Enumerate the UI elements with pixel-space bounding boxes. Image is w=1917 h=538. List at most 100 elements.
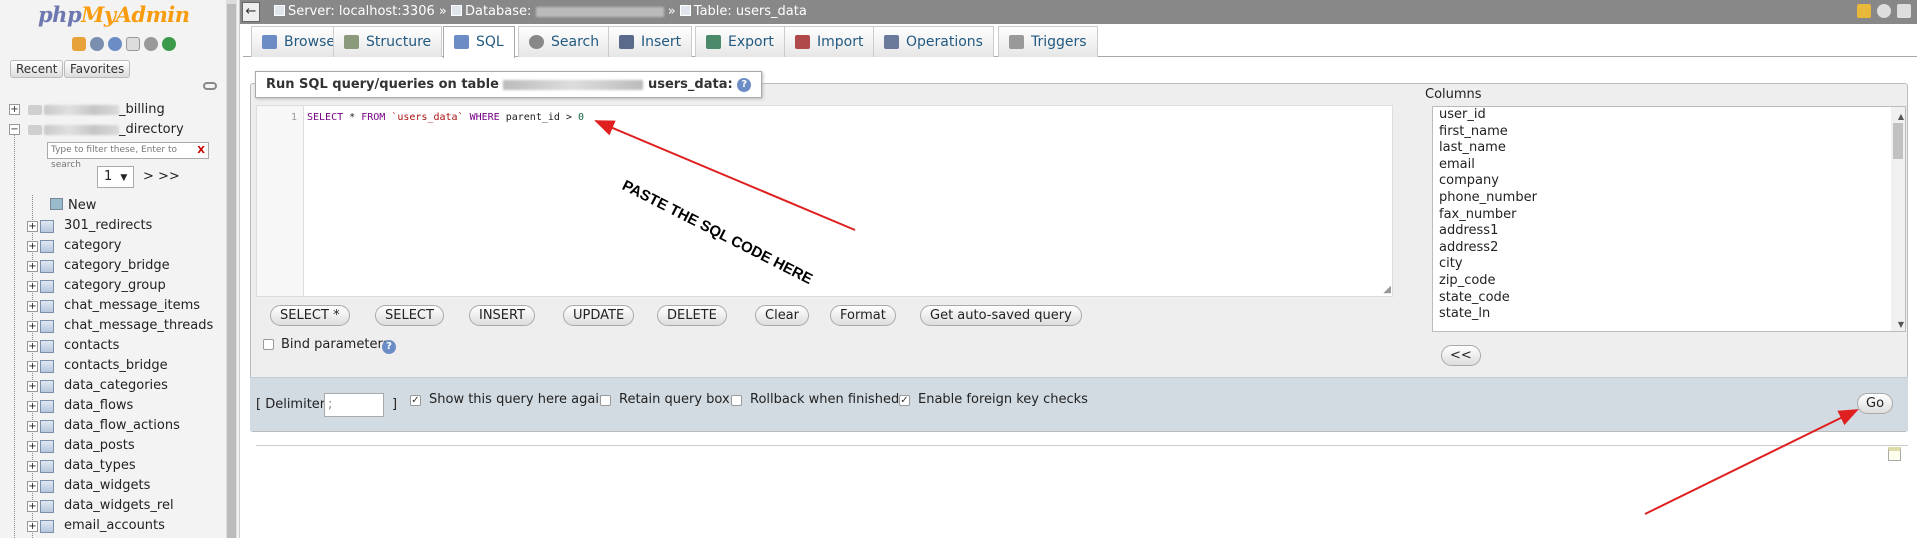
tab-operations[interactable]: Operations bbox=[873, 26, 994, 57]
table-item[interactable]: + data_categories bbox=[27, 377, 168, 395]
tab-sql[interactable]: SQL bbox=[443, 26, 515, 58]
link-icon[interactable] bbox=[203, 82, 217, 90]
tab-triggers[interactable]: Triggers bbox=[998, 26, 1098, 57]
collapse-icon[interactable] bbox=[1897, 4, 1911, 18]
table-item[interactable]: + data_flow_actions bbox=[27, 417, 180, 435]
tab-structure[interactable]: Structure bbox=[333, 26, 443, 57]
delete-button[interactable]: DELETE bbox=[657, 305, 727, 326]
list-item[interactable]: zip_code bbox=[1433, 273, 1905, 290]
table-item[interactable]: + email_accounts bbox=[27, 517, 165, 535]
tab-import[interactable]: Import bbox=[784, 26, 875, 57]
bind-parameters-checkbox[interactable] bbox=[263, 339, 274, 350]
table-item[interactable]: + data_types bbox=[27, 457, 136, 475]
phpmyadmin-logo[interactable]: phpMyAdmin bbox=[38, 2, 190, 27]
select-star-button[interactable]: SELECT * bbox=[270, 305, 350, 326]
table-item[interactable]: + data_flows bbox=[27, 397, 133, 415]
table-item[interactable]: + data_posts bbox=[27, 437, 135, 455]
columns-scrollbar[interactable]: ▲ ▼ bbox=[1891, 107, 1905, 331]
table-item[interactable]: + chat_message_items bbox=[27, 297, 200, 315]
list-item[interactable]: fax_number bbox=[1433, 207, 1905, 224]
table-item[interactable]: + data_widgets bbox=[27, 477, 150, 495]
tab-browse[interactable]: Browse bbox=[251, 26, 346, 57]
list-item[interactable]: last_name bbox=[1433, 140, 1905, 157]
help-icon[interactable]: ? bbox=[382, 340, 396, 354]
notepad-icon[interactable] bbox=[1888, 447, 1901, 461]
expand-toggle[interactable]: + bbox=[27, 480, 38, 492]
tab-search[interactable]: Search bbox=[518, 26, 611, 57]
list-item[interactable]: phone_number bbox=[1433, 190, 1905, 207]
expand-toggle[interactable]: + bbox=[27, 400, 38, 412]
next-page-link[interactable]: > >> bbox=[143, 169, 180, 184]
clear-button[interactable]: Clear bbox=[755, 305, 809, 326]
resize-handle-icon[interactable]: ◢ bbox=[1383, 284, 1391, 295]
go-button[interactable]: Go bbox=[1857, 393, 1894, 414]
help-icon[interactable]: ? bbox=[737, 77, 752, 92]
expand-toggle[interactable]: + bbox=[27, 220, 38, 232]
table-item[interactable]: + chat_message_threads bbox=[27, 317, 213, 335]
expand-toggle[interactable]: + bbox=[27, 420, 38, 432]
back-button[interactable]: ← bbox=[242, 2, 260, 22]
reload-icon[interactable] bbox=[162, 37, 176, 51]
list-item[interactable]: email bbox=[1433, 157, 1905, 174]
tab-insert[interactable]: Insert bbox=[608, 26, 693, 57]
insert-column-button[interactable]: << bbox=[1441, 345, 1481, 366]
list-item[interactable]: city bbox=[1433, 256, 1905, 273]
logout-icon[interactable] bbox=[90, 37, 104, 51]
table-filter-input[interactable]: Type to filter these, Enter to search X bbox=[47, 142, 209, 170]
lock-icon[interactable] bbox=[1857, 4, 1871, 18]
breadcrumb-server[interactable]: Server: localhost:3306 bbox=[288, 4, 435, 19]
table-item[interactable]: + category_group bbox=[27, 277, 166, 295]
foreign-key-checks-checkbox[interactable]: ✓ bbox=[899, 395, 910, 406]
clear-filter-icon[interactable]: X bbox=[197, 143, 205, 158]
table-item[interactable]: + category bbox=[27, 237, 121, 255]
table-item[interactable]: +301_redirects bbox=[27, 217, 152, 235]
list-item[interactable]: state_ln bbox=[1433, 306, 1905, 323]
retain-query-box-checkbox[interactable] bbox=[600, 395, 611, 406]
expand-toggle[interactable]: + bbox=[27, 520, 38, 532]
sql-editor[interactable]: 1 SELECT * FROM `users_data` WHERE paren… bbox=[256, 105, 1393, 297]
docs-icon[interactable] bbox=[126, 37, 140, 51]
expand-toggle[interactable]: + bbox=[27, 240, 38, 252]
favorites-button[interactable]: Favorites bbox=[64, 60, 131, 78]
database-directory[interactable]: _directory bbox=[14, 121, 184, 139]
auto-saved-query-button[interactable]: Get auto-saved query bbox=[920, 305, 1082, 326]
expand-toggle[interactable]: + bbox=[27, 340, 38, 352]
page-select[interactable]: 1 ▼ bbox=[97, 166, 134, 188]
scrollbar-thumb[interactable] bbox=[1893, 123, 1903, 159]
insert-button[interactable]: INSERT bbox=[469, 305, 536, 326]
expand-toggle[interactable]: + bbox=[27, 320, 38, 332]
list-item[interactable]: company bbox=[1433, 173, 1905, 190]
table-item[interactable]: + contacts_bridge bbox=[27, 357, 168, 375]
rollback-checkbox[interactable] bbox=[731, 395, 742, 406]
show-query-again-checkbox[interactable]: ✓ bbox=[410, 395, 421, 406]
list-item[interactable]: user_id bbox=[1433, 107, 1905, 124]
scroll-up-icon[interactable]: ▲ bbox=[1891, 109, 1905, 123]
expand-toggle[interactable]: + bbox=[27, 260, 38, 272]
gear-icon[interactable] bbox=[1877, 4, 1891, 18]
table-item[interactable]: + contacts bbox=[27, 337, 119, 355]
help-icon[interactable] bbox=[108, 37, 122, 51]
select-button[interactable]: SELECT bbox=[375, 305, 444, 326]
expand-toggle[interactable]: + bbox=[27, 300, 38, 312]
home-icon[interactable] bbox=[72, 37, 86, 51]
list-item[interactable]: address1 bbox=[1433, 223, 1905, 240]
expand-toggle[interactable]: + bbox=[27, 380, 38, 392]
expand-toggle[interactable]: + bbox=[27, 500, 38, 512]
new-table-link[interactable]: New bbox=[50, 198, 96, 214]
breadcrumb-database[interactable]: Database: bbox=[465, 4, 531, 19]
database-billing[interactable]: _billing bbox=[14, 101, 165, 119]
gear-icon[interactable] bbox=[144, 37, 158, 51]
sidebar-scrollbar[interactable] bbox=[226, 0, 237, 538]
table-item[interactable]: + data_widgets_rel bbox=[27, 497, 174, 515]
list-item[interactable]: first_name bbox=[1433, 124, 1905, 141]
expand-toggle[interactable]: + bbox=[27, 460, 38, 472]
expand-toggle[interactable]: + bbox=[27, 280, 38, 292]
scroll-down-icon[interactable]: ▼ bbox=[1891, 317, 1905, 331]
update-button[interactable]: UPDATE bbox=[563, 305, 635, 326]
recent-button[interactable]: Recent bbox=[10, 60, 64, 78]
expand-toggle[interactable]: + bbox=[27, 440, 38, 452]
breadcrumb-table[interactable]: Table: users_data bbox=[694, 4, 807, 19]
format-button[interactable]: Format bbox=[830, 305, 896, 326]
delimiter-input[interactable]: ; bbox=[324, 393, 384, 417]
columns-list[interactable]: user_id first_name last_name email compa… bbox=[1432, 106, 1906, 332]
